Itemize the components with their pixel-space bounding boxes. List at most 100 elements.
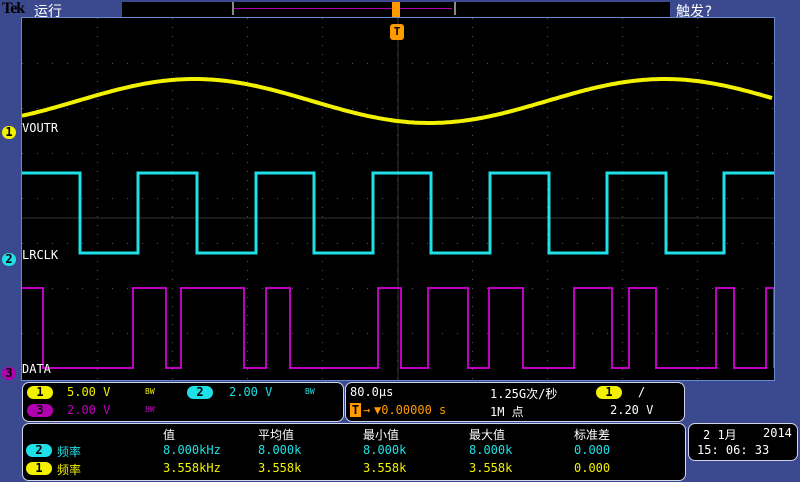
grid-dot xyxy=(622,297,623,298)
timebase-trigger-panel[interactable]: 80.0µs 1.25G次/秒 1 / T → ▼0.00000 s 1M 点 … xyxy=(345,382,685,422)
grid-dot xyxy=(472,27,473,28)
grid-dot xyxy=(172,99,173,100)
grid-dot xyxy=(487,198,488,199)
grid-dot xyxy=(352,333,353,334)
grid-dot xyxy=(262,153,263,154)
grid-dot xyxy=(247,306,248,307)
waveform-display[interactable] xyxy=(21,17,775,381)
ch2-badge[interactable]: 2 xyxy=(187,386,213,399)
grid-dot xyxy=(262,243,263,244)
grid-dot xyxy=(97,279,98,280)
grid-dot xyxy=(472,207,473,208)
grid-dot xyxy=(472,279,473,280)
measurement-row[interactable]: 2 频率 8.000kHz 8.000k 8.000k 8.000k 0.000 xyxy=(23,443,683,459)
ch1-marker-icon[interactable]: 1 xyxy=(2,126,16,139)
grid-dot xyxy=(757,243,758,244)
grid-dot xyxy=(247,360,248,361)
grid-dot xyxy=(727,333,728,334)
grid-dot xyxy=(232,153,233,154)
measurements-panel[interactable]: 值 平均值 最小值 最大值 标准差 2 频率 8.000kHz 8.000k 8… xyxy=(22,423,686,481)
grid-dot xyxy=(697,288,698,289)
grid-dot xyxy=(322,153,323,154)
ch1-badge[interactable]: 1 xyxy=(27,386,53,399)
grid-dot xyxy=(322,279,323,280)
grid-dot xyxy=(472,144,473,145)
grid-dot xyxy=(157,108,158,109)
grid-dot xyxy=(247,54,248,55)
grid-dot xyxy=(772,108,773,109)
grid-dot xyxy=(172,45,173,46)
trigger-position-icon: T xyxy=(350,403,361,417)
grid-dot xyxy=(547,279,548,280)
grid-dot xyxy=(322,288,323,289)
grid-dot xyxy=(697,189,698,190)
measurement-row[interactable]: 1 频率 3.558kHz 3.558k 3.558k 3.558k 0.000 xyxy=(23,461,683,477)
ch3-badge[interactable]: 3 xyxy=(27,404,53,417)
grid-dot xyxy=(337,333,338,334)
grid-dot xyxy=(172,252,173,253)
grid-dot xyxy=(172,54,173,55)
grid-dot xyxy=(637,333,638,334)
grid-dot xyxy=(502,198,503,199)
grid-dot xyxy=(322,369,323,370)
grid-dot xyxy=(427,243,428,244)
grid-dot xyxy=(172,333,173,334)
grid-dot xyxy=(37,153,38,154)
grid-dot xyxy=(67,63,68,64)
ch2-marker-icon[interactable]: 2 xyxy=(2,253,16,266)
grid-dot xyxy=(472,90,473,91)
row-channel-badge: 1 xyxy=(26,462,52,475)
grid-dot xyxy=(277,63,278,64)
grid-dot xyxy=(322,144,323,145)
grid-dot xyxy=(262,108,263,109)
grid-dot xyxy=(247,207,248,208)
grid-dot xyxy=(67,333,68,334)
grid-dot xyxy=(472,54,473,55)
grid-dot xyxy=(67,108,68,109)
grid-dot xyxy=(247,243,248,244)
col-header-mean: 平均值 xyxy=(258,428,295,442)
cell-stddev: 0.000 xyxy=(574,443,611,457)
grid-dot xyxy=(97,126,98,127)
grid-dot xyxy=(217,63,218,64)
grid-dot xyxy=(622,99,623,100)
grid-dot xyxy=(172,27,173,28)
grid-dot xyxy=(592,153,593,154)
grid-dot xyxy=(247,45,248,46)
grid-dot xyxy=(322,63,323,64)
grid-dot xyxy=(262,288,263,289)
grid-dot xyxy=(172,162,173,163)
grid-dot xyxy=(127,153,128,154)
grid-dot xyxy=(172,342,173,343)
grid-dot xyxy=(367,63,368,64)
grid-dot xyxy=(622,378,623,379)
grid-dot xyxy=(442,243,443,244)
grid-dot xyxy=(187,243,188,244)
grid-dot xyxy=(307,288,308,289)
grid-dot xyxy=(472,342,473,343)
grid-dot xyxy=(67,288,68,289)
channel-scale-panel[interactable]: 1 5.00 V BW 2 2.00 V BW 3 2.00 V BW xyxy=(22,382,344,422)
grid-dot xyxy=(127,198,128,199)
grid-dot xyxy=(697,351,698,352)
grid-dot xyxy=(97,369,98,370)
cell-max: 3.558k xyxy=(469,461,513,475)
trigger-source-badge[interactable]: 1 xyxy=(596,386,622,399)
record-view-bar[interactable] xyxy=(122,2,670,17)
grid-dot xyxy=(337,63,338,64)
grid-dot xyxy=(697,108,698,109)
grid-dot xyxy=(352,108,353,109)
grid-dot xyxy=(697,324,698,325)
trigger-marker-icon[interactable]: T xyxy=(390,24,404,40)
grid-dot xyxy=(322,270,323,271)
grid-dot xyxy=(697,333,698,334)
datetime-panel[interactable]: 2 1月 2014 15: 06: 33 xyxy=(688,423,798,461)
grid-dot xyxy=(202,243,203,244)
grid-dot xyxy=(382,333,383,334)
grid-dot xyxy=(652,333,653,334)
grid-dot xyxy=(622,342,623,343)
grid-dot xyxy=(202,333,203,334)
ch3-marker-icon[interactable]: 3 xyxy=(2,367,16,380)
grid-dot xyxy=(472,243,473,244)
grid-dot xyxy=(172,288,173,289)
